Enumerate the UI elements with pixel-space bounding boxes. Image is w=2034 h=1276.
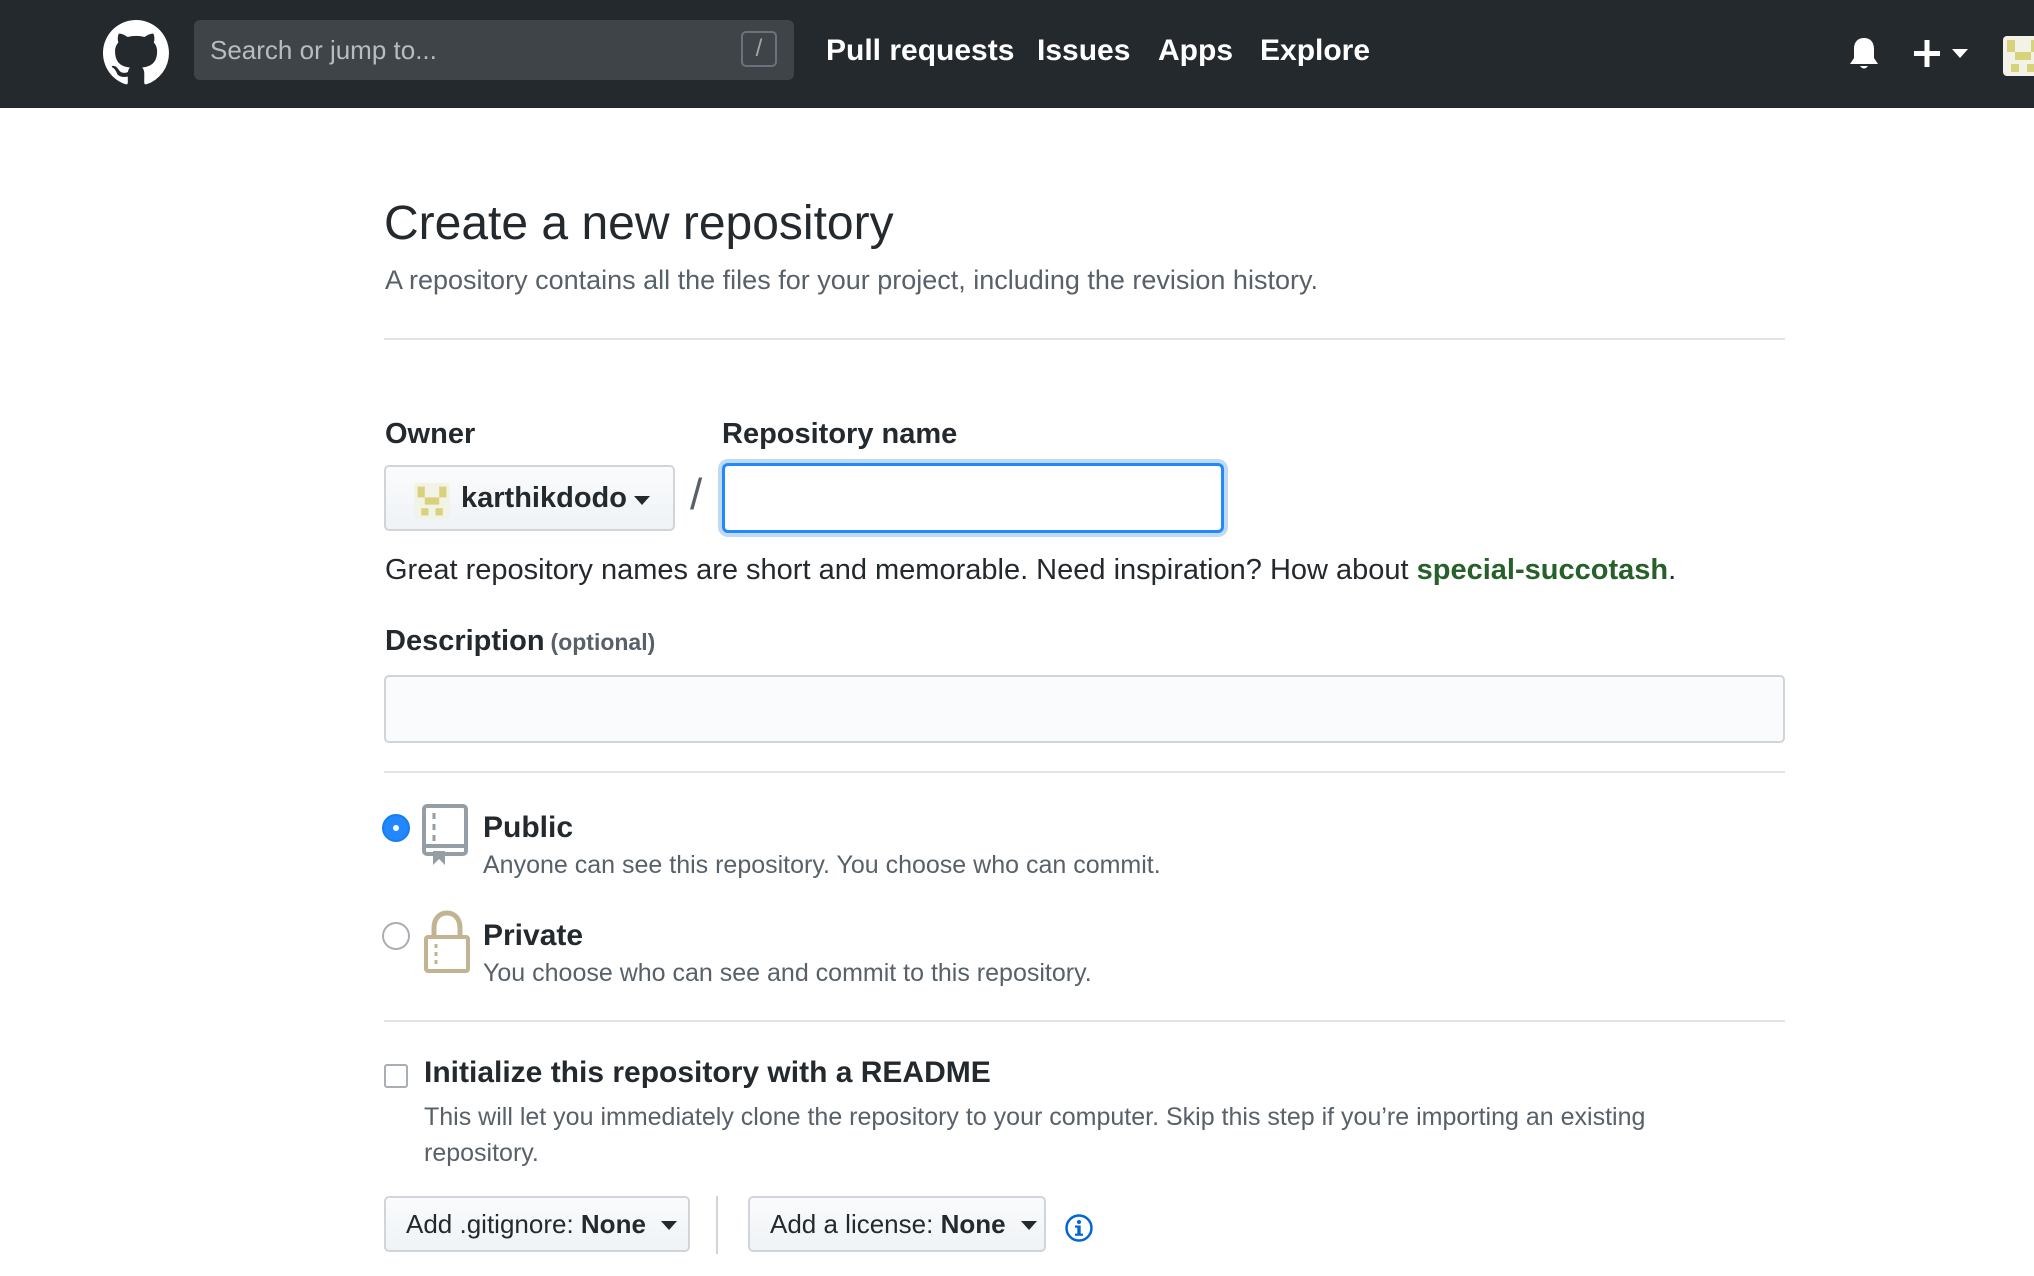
repository-name-input[interactable] bbox=[722, 463, 1224, 533]
identicon-avatar bbox=[2007, 40, 2034, 72]
chevron-down-icon bbox=[661, 1221, 678, 1231]
nav-pull-requests[interactable]: Pull requests bbox=[826, 34, 1014, 68]
public-radio[interactable] bbox=[382, 814, 410, 842]
name-hint: Great repository names are short and mem… bbox=[385, 554, 1676, 587]
button-separator bbox=[716, 1196, 718, 1254]
private-option-title[interactable]: Private bbox=[483, 919, 583, 953]
license-value: None bbox=[940, 1209, 1006, 1239]
license-select-button[interactable]: Add a license: None bbox=[748, 1196, 1046, 1252]
repo-book-icon bbox=[422, 804, 468, 865]
repository-name-label: Repository name bbox=[722, 418, 958, 450]
description-label: Description bbox=[385, 625, 545, 657]
chevron-down-icon bbox=[1020, 1221, 1037, 1231]
license-label: Add a license: bbox=[770, 1209, 934, 1239]
info-icon[interactable] bbox=[1064, 1213, 1094, 1243]
optional-tag: (optional) bbox=[550, 629, 656, 655]
gitignore-select-button[interactable]: Add .gitignore: None bbox=[384, 1196, 690, 1252]
divider bbox=[384, 771, 1785, 773]
top-navbar: / Pull requests Issues Apps Explore bbox=[0, 0, 2034, 108]
readme-checkbox[interactable] bbox=[384, 1064, 408, 1088]
create-new-menu[interactable] bbox=[1912, 36, 1982, 72]
chevron-down-icon bbox=[634, 496, 650, 505]
owner-name: karthikdodo bbox=[461, 482, 627, 514]
private-option-description: You choose who can see and commit to thi… bbox=[483, 959, 1092, 987]
nav-issues[interactable]: Issues bbox=[1037, 34, 1130, 68]
readme-option-title[interactable]: Initialize this repository with a README bbox=[424, 1056, 991, 1090]
page-title: Create a new repository bbox=[384, 197, 894, 250]
owner-label: Owner bbox=[385, 418, 476, 450]
name-hint-text: Great repository names are short and mem… bbox=[385, 554, 1417, 586]
chevron-down-icon bbox=[1952, 49, 1968, 58]
page-subtitle: A repository contains all the files for … bbox=[385, 265, 1318, 295]
owner-avatar bbox=[414, 483, 450, 519]
divider bbox=[384, 338, 1785, 340]
nav-apps[interactable]: Apps bbox=[1158, 34, 1233, 68]
nav-explore[interactable]: Explore bbox=[1260, 34, 1370, 68]
search-shortcut-key: / bbox=[741, 31, 777, 67]
github-octocat-icon[interactable] bbox=[103, 20, 169, 86]
name-suggestion-link[interactable]: special-succotash bbox=[1417, 554, 1668, 586]
public-option-description: Anyone can see this repository. You choo… bbox=[483, 851, 1161, 879]
private-radio[interactable] bbox=[382, 922, 410, 950]
search-input[interactable] bbox=[194, 20, 794, 80]
user-avatar[interactable] bbox=[2003, 36, 2034, 76]
lock-icon bbox=[424, 910, 470, 973]
owner-repo-separator: / bbox=[690, 470, 703, 519]
divider bbox=[384, 1020, 1785, 1022]
name-hint-end: . bbox=[1668, 554, 1677, 586]
gitignore-value: None bbox=[580, 1209, 646, 1239]
bell-icon[interactable] bbox=[1848, 36, 1880, 72]
gitignore-label: Add .gitignore: bbox=[406, 1209, 574, 1239]
public-option-title[interactable]: Public bbox=[483, 811, 573, 845]
description-label-row: Description (optional) bbox=[385, 625, 655, 658]
plus-icon bbox=[1914, 40, 1968, 67]
description-input[interactable] bbox=[384, 675, 1785, 743]
owner-select-button[interactable]: karthikdodo bbox=[384, 465, 675, 531]
readme-option-description: This will let you immediately clone the … bbox=[424, 1103, 1646, 1167]
